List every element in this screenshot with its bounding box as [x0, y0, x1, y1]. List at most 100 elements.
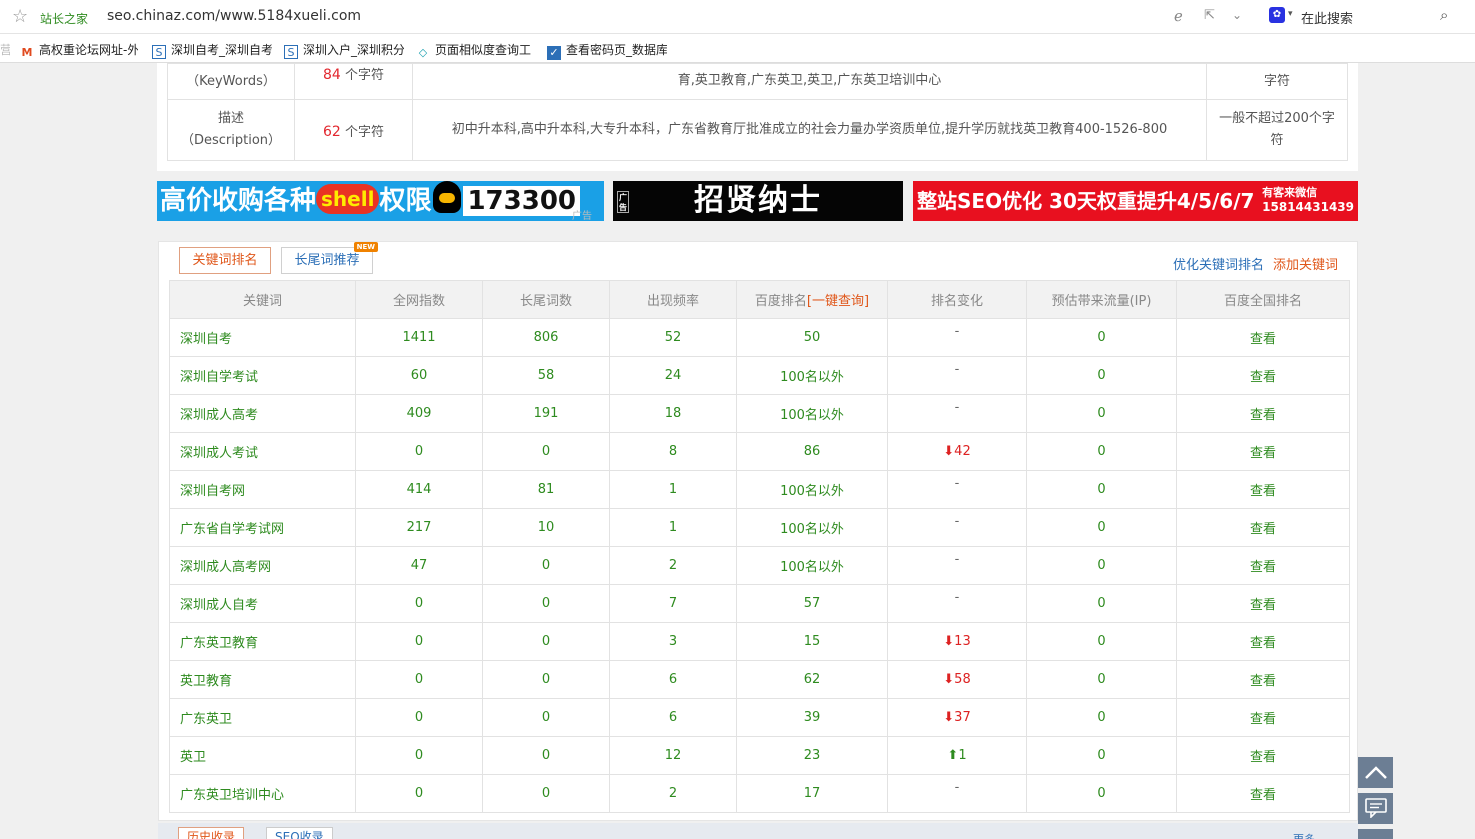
keywords-row: （KeyWords） 84 个字符 育,英卫教育,广东英卫,英卫,广东英卫培训中…	[167, 63, 1348, 100]
keyword-cell[interactable]: 广东英卫培训中心	[169, 774, 356, 813]
frequency-cell: 52	[609, 318, 737, 357]
optimize-keyword-link[interactable]: 优化关键词排名	[1173, 254, 1264, 273]
favorite-item-3[interactable]: S 深圳入户_深圳积分	[284, 41, 404, 59]
quick-query-link[interactable]: [一键查询]	[807, 294, 869, 309]
keyword-cell[interactable]: 深圳自考	[169, 318, 356, 357]
tab-seo-index[interactable]: SEO收录	[266, 827, 333, 839]
baidu-rank-cell: 57	[736, 584, 888, 623]
col-header-baidu-rank: 百度排名[一键查询]	[736, 280, 888, 319]
keyword-cell[interactable]: 英卫教育	[169, 660, 356, 699]
index-cell: 1411	[355, 318, 483, 357]
col-header-frequency[interactable]: 出现频率	[609, 280, 737, 319]
view-link[interactable]: 查看	[1176, 698, 1350, 737]
view-link[interactable]: 查看	[1176, 356, 1350, 395]
view-link[interactable]: 查看	[1176, 508, 1350, 547]
keyword-cell[interactable]: 深圳成人考试	[169, 432, 356, 471]
baidu-rank-cell: 100名以外	[736, 546, 888, 585]
search-engine-caret-icon[interactable]: ▾	[1288, 9, 1293, 19]
longtail-cell: 0	[482, 660, 610, 699]
favorite-item-4[interactable]: ◇ 页面相似度查询工	[416, 41, 534, 60]
share-icon[interactable]: ⇱	[1204, 8, 1215, 23]
search-icon[interactable]: ⌕	[1440, 6, 1448, 24]
side-button-3[interactable]	[1358, 829, 1393, 839]
keyword-cell[interactable]: 深圳成人高考网	[169, 546, 356, 585]
ad1-number: 173300	[463, 186, 580, 216]
ad3-contact-label: 有客来微信	[1262, 186, 1318, 199]
frequency-cell: 1	[609, 508, 737, 547]
more-link[interactable]: 更多	[1293, 831, 1315, 839]
new-badge: NEW	[353, 242, 378, 252]
chevron-down-icon[interactable]: ⌄	[1232, 8, 1242, 22]
feedback-button[interactable]	[1358, 793, 1393, 824]
view-link[interactable]: 查看	[1176, 432, 1350, 471]
keyword-cell[interactable]: 广东省自学考试网	[169, 508, 356, 547]
tab-keyword-ranking[interactable]: 关键词排名	[179, 247, 271, 274]
table-header-row: 关键词 全网指数 长尾词数 出现频率 百度排名[一键查询] 排名变化 预估带来流…	[169, 280, 1350, 319]
star-icon[interactable]: ☆	[12, 6, 28, 27]
ad-banner-recruit[interactable]: 广告 招贤纳士	[613, 181, 903, 221]
ad-banner-seo[interactable]: 整站SEO优化 30天权重提升4/5/6/7 有客来微信 15814431439	[913, 181, 1358, 221]
browser-search-input[interactable]: 在此搜索	[1301, 8, 1353, 27]
frequency-cell: 3	[609, 622, 737, 661]
rank-change-cell: -	[887, 508, 1027, 547]
favorite-item-1[interactable]: M 高权重论坛网址-外	[20, 41, 138, 60]
favorite-item-5[interactable]: ✓ 查看密码页_数据库	[547, 41, 667, 60]
view-link[interactable]: 查看	[1176, 660, 1350, 699]
view-link[interactable]: 查看	[1176, 470, 1350, 509]
add-keyword-link[interactable]: 添加关键词	[1273, 254, 1338, 273]
favorite-label: 深圳自考_深圳自考	[171, 43, 272, 57]
rank-change-cell: -	[887, 546, 1027, 585]
longtail-cell: 0	[482, 774, 610, 813]
tab-history-index[interactable]: 历史收录	[178, 827, 245, 839]
col-header-longtail[interactable]: 长尾词数	[482, 280, 610, 319]
back-to-top-button[interactable]	[1358, 757, 1393, 788]
keyword-cell[interactable]: 广东英卫	[169, 698, 356, 737]
keyword-cell[interactable]: 深圳自考网	[169, 470, 356, 509]
favorite-label: 页面相似度查询工	[435, 43, 532, 57]
index-cell: 0	[355, 584, 483, 623]
baidu-paw-icon[interactable]: ✿	[1269, 7, 1285, 23]
longtail-cell: 81	[482, 470, 610, 509]
baidu-rank-cell: 15	[736, 622, 888, 661]
favorite-label: 高权重论坛网址-外	[39, 43, 138, 57]
view-link[interactable]: 查看	[1176, 774, 1350, 813]
keyword-cell[interactable]: 深圳自学考试	[169, 356, 356, 395]
view-link[interactable]: 查看	[1176, 622, 1350, 661]
ad3-text: 整站SEO优化 30天权重提升4/5/6/7	[917, 189, 1255, 213]
url-field[interactable]: seo.chinaz.com/www.5184xueli.com	[107, 8, 361, 24]
traffic-cell: 0	[1026, 736, 1177, 775]
traffic-cell: 0	[1026, 394, 1177, 433]
view-link[interactable]: 查看	[1176, 546, 1350, 585]
view-link[interactable]: 查看	[1176, 584, 1350, 623]
traffic-cell: 0	[1026, 584, 1177, 623]
rank-change-value: 42	[954, 444, 971, 459]
rank-change-value: -	[954, 324, 960, 339]
index-cell: 0	[355, 698, 483, 737]
frequency-cell: 6	[609, 660, 737, 699]
view-link[interactable]: 查看	[1176, 318, 1350, 357]
tab-longtail-recommend[interactable]: 长尾词推荐 NEW	[281, 242, 378, 274]
ad-banner-shell[interactable]: 高价收购各种 shell 权限 173300	[157, 181, 604, 221]
keyword-cell[interactable]: 深圳成人自考	[169, 584, 356, 623]
longtail-cell: 0	[482, 622, 610, 661]
site-name: 站长之家	[40, 12, 89, 26]
col-header-index[interactable]: 全网指数	[355, 280, 483, 319]
keyword-cell[interactable]: 深圳成人高考	[169, 394, 356, 433]
favorite-site-icon: S	[152, 45, 166, 59]
traffic-cell: 0	[1026, 318, 1177, 357]
favorite-overflow[interactable]: 营	[0, 41, 10, 58]
ie-icon[interactable]: ℯ	[1174, 7, 1183, 25]
favorite-item-2[interactable]: S 深圳自考_深圳自考	[152, 41, 272, 59]
rank-up-icon: ⬆	[947, 748, 959, 763]
rank-down-icon: ⬇	[943, 672, 955, 687]
view-link[interactable]: 查看	[1176, 394, 1350, 433]
rank-change-value: -	[954, 514, 960, 529]
keyword-cell[interactable]: 英卫	[169, 736, 356, 775]
ad1-shell-badge: shell	[316, 184, 380, 214]
keyword-cell[interactable]: 广东英卫教育	[169, 622, 356, 661]
table-row: 广东英卫 0 0 6 39 ⬇37 0 查看	[169, 698, 1350, 737]
ad-label: 广告	[572, 211, 592, 222]
table-row: 深圳成人自考 0 0 7 57-0 查看	[169, 584, 1350, 623]
keywords-limit: 字符	[1206, 63, 1348, 100]
view-link[interactable]: 查看	[1176, 736, 1350, 775]
